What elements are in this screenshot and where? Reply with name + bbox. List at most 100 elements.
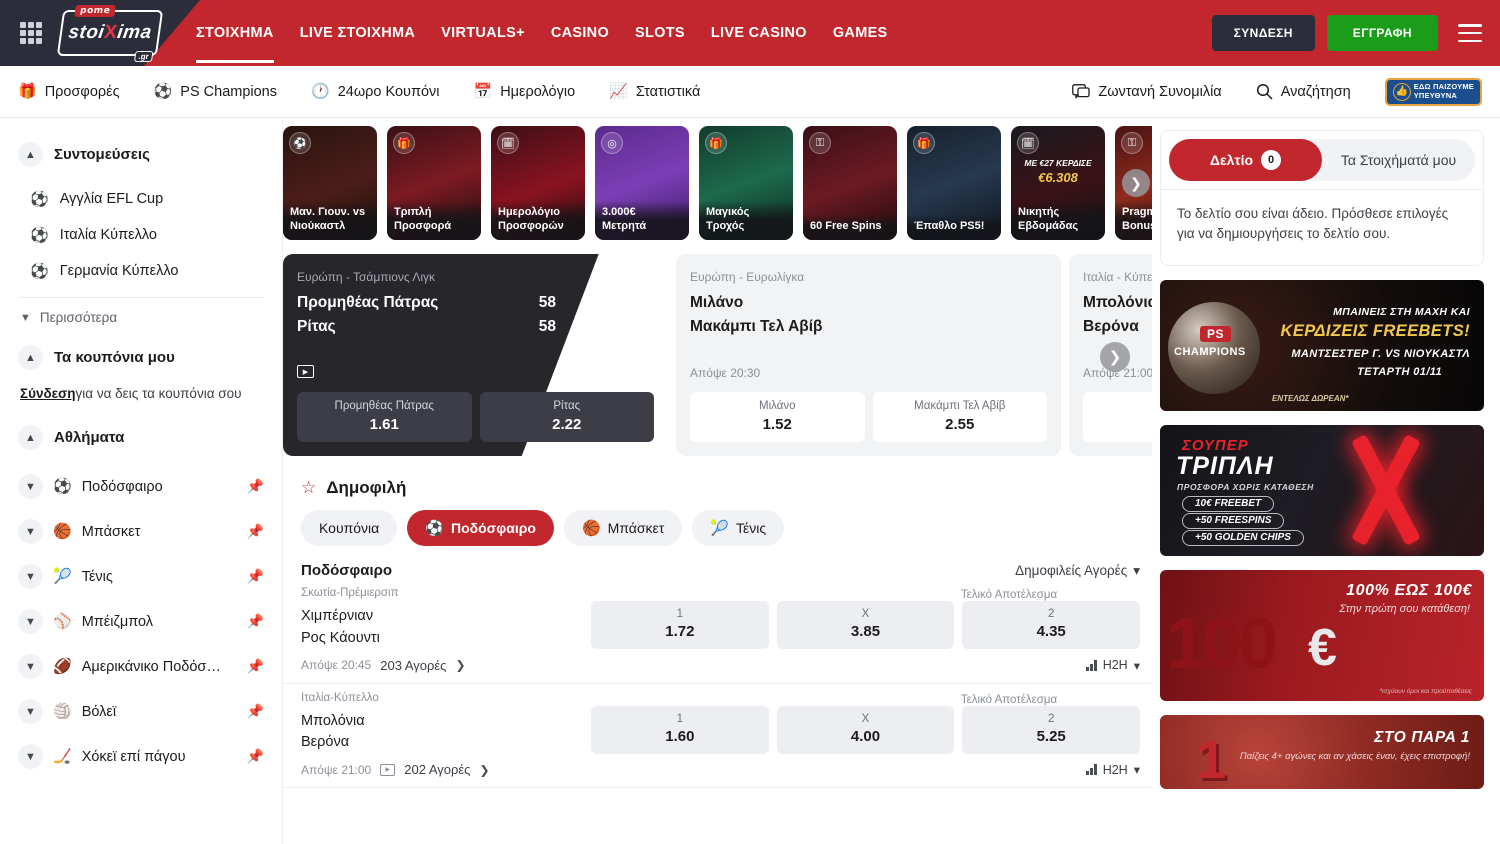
soccer-ball-icon: ⚽: [30, 228, 49, 243]
super-tripli-banner[interactable]: ΣΟΥΠΕΡ ΤΡΙΠΛΗ ΠΡΟΣΦΟΡΑ ΧΩΡΙΣ ΚΑΤΑΘΕΣΗ 10…: [1160, 425, 1484, 556]
pin-icon[interactable]: 📌: [247, 478, 264, 495]
odd-button-x[interactable]: X 3.85: [777, 601, 955, 649]
chevron-down-icon[interactable]: ▼: [18, 699, 43, 724]
event-markets-count[interactable]: 203 Αγορές: [380, 658, 446, 673]
nav-item-slots[interactable]: SLOTS: [635, 25, 685, 41]
odd-button-2[interactable]: 2 4.35: [962, 601, 1140, 649]
promo-tile[interactable]: 🎁 Τριπλή Προσφορά: [387, 126, 481, 240]
sidebar-item-american-football[interactable]: ▼ 🏈 Αμερικάνικο Ποδόσ… 📌: [18, 644, 264, 689]
tab-tennis[interactable]: 🎾 Τένις: [692, 510, 784, 546]
chevron-down-icon[interactable]: ▼: [18, 519, 43, 544]
odd-button[interactable]: Μιλάνο 1.52: [690, 392, 865, 442]
sidebar-shortcut-efl-cup[interactable]: ⚽ Αγγλία EFL Cup: [18, 181, 264, 217]
sidebar-item-basketball[interactable]: ▼ 🏀 Μπάσκετ 📌: [18, 509, 264, 554]
event-row-partial[interactable]: [283, 788, 1152, 808]
nav-item-stoixima[interactable]: ΣΤΟΙΧΗΜΑ: [196, 25, 274, 41]
subnav-item-24h-coupon[interactable]: 🕐 24ωρο Κουπόνι: [311, 84, 440, 100]
sidebar-shortcut-germany-cup[interactable]: ⚽ Γερμανία Κύπελλο: [18, 253, 264, 289]
odd-button-1[interactable]: 1 1.60: [591, 706, 769, 754]
odd-button-2[interactable]: 2 5.25: [962, 706, 1140, 754]
pin-icon[interactable]: 📌: [247, 568, 264, 585]
promo-tile[interactable]: ◎ 3.000€ Μετρητά: [595, 126, 689, 240]
ps-champions-banner[interactable]: PS CHAMPIONS ΜΠΑΙΝΕΙΣ ΣΤΗ ΜΑΧΗ ΚΑΙ ΚΕΡΔΙ…: [1160, 280, 1484, 411]
odd-button-x[interactable]: X 4.00: [777, 706, 955, 754]
chevron-right-icon[interactable]: ❯: [455, 658, 465, 672]
chevron-right-icon[interactable]: ❯: [479, 763, 489, 777]
hamburger-menu-icon[interactable]: [1458, 24, 1482, 42]
sidebar-item-volleyball[interactable]: ▼ 🏐 Βόλεϊ 📌: [18, 689, 264, 734]
shortcuts-more-button[interactable]: ▼ Περισσότερα: [18, 298, 264, 335]
pin-icon[interactable]: 📌: [247, 748, 264, 765]
tv-icon: ▶: [380, 764, 395, 776]
nav-item-casino[interactable]: CASINO: [551, 25, 609, 41]
sidebar-item-football[interactable]: ▼ ⚽ Ποδόσφαιρο 📌: [18, 464, 264, 509]
odd-button[interactable]: Ρίτας 2.22: [480, 392, 655, 442]
site-logo[interactable]: pome stoiXima .gr: [58, 8, 162, 58]
odd-button-1[interactable]: 1 1.72: [591, 601, 769, 649]
tab-my-bets[interactable]: Τα Στοιχήματά μου: [1322, 139, 1475, 181]
chevron-down-icon[interactable]: ▼: [18, 654, 43, 679]
login-button[interactable]: ΣΥΝΔΕΣΗ: [1212, 15, 1315, 51]
promo-tile[interactable]: ⚿ 60 Free Spins: [803, 126, 897, 240]
chart-icon: 📈: [609, 84, 628, 99]
nav-item-live-stoixima[interactable]: LIVE ΣΤΟΙΧΗΜΑ: [300, 25, 415, 41]
tab-betslip[interactable]: Δελτίο 0: [1169, 139, 1322, 181]
deposit-bonus-banner[interactable]: 100 € 100% ΕΩΣ 100€ Στην πρώτη σου κατάθ…: [1160, 570, 1484, 701]
pin-icon[interactable]: 📌: [247, 703, 264, 720]
chevron-down-icon[interactable]: ▼: [18, 744, 43, 769]
promo-tile[interactable]: 🎁 Μαγικός Τροχός: [699, 126, 793, 240]
nav-item-games[interactable]: GAMES: [833, 25, 888, 41]
pin-icon[interactable]: 📌: [247, 613, 264, 630]
odd-button[interactable]: 1 1.60: [1083, 392, 1152, 442]
event-markets-count[interactable]: 202 Αγορές: [404, 762, 470, 777]
event-row[interactable]: Τελικό Αποτέλεσμα Ιταλία-Κύπελλο Μπολόνι…: [283, 684, 1152, 789]
subnav-item-calendar[interactable]: 📅 Ημερολόγιο: [474, 84, 576, 100]
promo-tile[interactable]: 🗓 Ημερολόγιο Προσφορών: [491, 126, 585, 240]
h2h-button[interactable]: H2H ▾: [1086, 762, 1140, 777]
tab-basketball[interactable]: 🏀 Μπάσκετ: [564, 510, 682, 546]
event-row[interactable]: Τελικό Αποτέλεσμα Σκωτία-Πρέμιερσιπ Χιμπ…: [283, 579, 1152, 684]
markets-dropdown[interactable]: Δημοφιλείς Αγορές ▾: [1015, 563, 1140, 579]
sidebar-item-tennis[interactable]: ▼ 🎾 Τένις 📌: [18, 554, 264, 599]
my-coupons-section-header[interactable]: ▲ Τα κουπόνια μου: [18, 345, 264, 370]
featured-match-card[interactable]: Ευρώπη - Τσάμπιονς Λιγκ Προμηθέας Πάτρας…: [283, 254, 668, 456]
subnav-item-ps-champions[interactable]: ⚽ PS Champions: [154, 84, 277, 100]
coupons-login-link[interactable]: Σύνδεση: [20, 386, 76, 401]
promo-tile[interactable]: 🎁 Έπαθλο PS5!: [907, 126, 1001, 240]
pin-icon[interactable]: 📌: [247, 658, 264, 675]
chevron-down-icon[interactable]: ▼: [18, 474, 43, 499]
search-button[interactable]: Αναζήτηση: [1256, 83, 1351, 100]
featured-match-card[interactable]: Ευρώπη - Ευρωλίγκα Μιλάνο Μακάμπι Τελ Αβ…: [676, 254, 1061, 456]
chevron-down-icon[interactable]: ▼: [18, 564, 43, 589]
subnav-item-offers[interactable]: 🎁 Προσφορές: [18, 84, 120, 100]
promo-tile[interactable]: 🗓 ΜΕ €27 ΚΕΡΔΙΣΕ €6.308 Νικητής Εβδομάδα…: [1011, 126, 1105, 240]
live-stream-icon[interactable]: ▶: [297, 365, 314, 378]
odd-value: 3.85: [781, 623, 951, 640]
apps-grid-icon[interactable]: [20, 22, 42, 44]
nav-item-live-casino[interactable]: LIVE CASINO: [711, 25, 807, 41]
responsible-gaming-badge[interactable]: 👍 ΕΔΩ ΠΑΙΖΟΥΜΕ ΥΠΕΥΘΥΝΑ: [1385, 78, 1482, 106]
live-chat-button[interactable]: Ζωντανή Συνομιλία: [1072, 84, 1221, 100]
pin-icon[interactable]: 📌: [247, 523, 264, 540]
sidebar-item-ice-hockey[interactable]: ▼ 🏒 Χόκεϊ επί πάγου 📌: [18, 734, 264, 779]
sidebar-item-baseball[interactable]: ▼ ⚾ Μπέιζμπολ 📌: [18, 599, 264, 644]
sport-label: Αμερικάνικο Ποδόσ…: [82, 659, 237, 675]
promo-tile[interactable]: ⚽ Μαν. Γιουν. vs Νιούκαστλ: [283, 126, 377, 240]
sidebar-shortcut-italy-cup[interactable]: ⚽ Ιταλία Κύπελλο: [18, 217, 264, 253]
sports-section-header[interactable]: ▲ Αθλήματα: [18, 425, 264, 450]
matches-carousel-next-button[interactable]: ❯: [1100, 342, 1130, 372]
promo-carousel-next-button[interactable]: ❯: [1122, 169, 1150, 197]
h2h-button[interactable]: H2H ▾: [1086, 658, 1140, 673]
chevron-down-icon[interactable]: ▼: [18, 609, 43, 634]
register-button[interactable]: ΕΓΓΡΑΦΗ: [1327, 15, 1438, 51]
subnav-item-statistics[interactable]: 📈 Στατιστικά: [609, 84, 700, 100]
tab-football[interactable]: ⚽ Ποδόσφαιρο: [407, 510, 554, 546]
odd-button[interactable]: Μακάμπι Τελ Αβίβ 2.55: [873, 392, 1048, 442]
tab-coupons[interactable]: Κουπόνια: [301, 510, 397, 546]
slots-icon: ⚿: [1121, 132, 1143, 154]
nav-item-virtuals[interactable]: VIRTUALS+: [441, 25, 525, 41]
odd-button[interactable]: Προμηθέας Πάτρας 1.61: [297, 392, 472, 442]
banner-pill-2: +50 FREESPINS: [1182, 513, 1284, 529]
sto-para-1-banner[interactable]: 1 ΣΤΟ ΠΑΡΑ 1 Παίζεις 4+ αγώνες και αν χά…: [1160, 715, 1484, 789]
shortcuts-section-header[interactable]: ▲ Συντομεύσεις: [18, 142, 264, 167]
